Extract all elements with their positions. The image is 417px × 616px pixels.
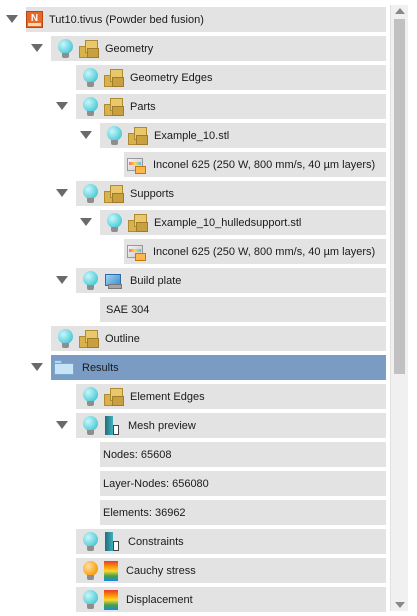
tree-item-material-part[interactable]: Inconel 625 (250 W, 800 mm/s, 40 µm laye… xyxy=(124,152,386,177)
tree-item-label: Mesh preview xyxy=(128,419,196,432)
lightbulb-icon[interactable] xyxy=(83,589,98,610)
tree-item-label: SAE 304 xyxy=(106,303,150,316)
tree-item-displacement[interactable]: Displacement xyxy=(76,587,386,612)
lightbulb-icon[interactable] xyxy=(83,183,98,204)
tree-item-geometry-edges[interactable]: Geometry Edges xyxy=(76,65,386,90)
tree-item-cauchy-stress[interactable]: Cauchy stress xyxy=(76,558,386,583)
geometry-folder-icon xyxy=(128,213,148,232)
geometry-folder-icon xyxy=(104,68,124,87)
tree-item-label: Constraints xyxy=(128,535,184,548)
geometry-folder-icon xyxy=(104,97,124,116)
geometry-folder-icon xyxy=(104,184,124,203)
tivus-app-icon: N xyxy=(26,11,43,28)
lightbulb-icon[interactable] xyxy=(83,415,98,436)
geometry-folder-icon xyxy=(79,329,99,348)
geometry-folder-icon xyxy=(104,387,124,406)
tree-item-label: Displacement xyxy=(126,593,193,606)
tree-item-supports[interactable]: Supports xyxy=(76,181,386,206)
tree-item-label: Element Edges xyxy=(130,390,205,403)
tree-item-label: Geometry Edges xyxy=(130,71,213,84)
expand-supports-arrow[interactable] xyxy=(56,189,68,197)
lightbulb-icon[interactable] xyxy=(107,212,122,233)
mesh-icon xyxy=(104,531,120,552)
tree-item-mesh-preview[interactable]: Mesh preview xyxy=(76,413,386,438)
lightbulb-icon[interactable] xyxy=(83,560,98,581)
mesh-icon xyxy=(104,415,120,436)
tree-item-label: Parts xyxy=(130,100,156,113)
tree-item-root[interactable]: N Tut10.tivus (Powder bed fusion) xyxy=(26,7,386,32)
tree-item-label: Inconel 625 (250 W, 800 mm/s, 40 µm laye… xyxy=(153,158,376,171)
expand-build-plate-arrow[interactable] xyxy=(56,276,68,284)
tree-item-support-stl[interactable]: Example_10_hulledsupport.stl xyxy=(100,210,386,235)
tree-item-results[interactable]: Results xyxy=(51,355,386,380)
tree-item-material-support[interactable]: Inconel 625 (250 W, 800 mm/s, 40 µm laye… xyxy=(124,239,386,264)
tree-item-plate-material[interactable]: SAE 304 xyxy=(100,297,386,322)
tree-item-label: Results xyxy=(82,361,119,374)
tree-item-label: Tut10.tivus (Powder bed fusion) xyxy=(49,13,204,26)
tree-item-example-stl[interactable]: Example_10.stl xyxy=(100,123,386,148)
geometry-folder-icon xyxy=(128,126,148,145)
tree-item-label: Inconel 625 (250 W, 800 mm/s, 40 µm laye… xyxy=(153,245,376,258)
tree-item-layer-nodes[interactable]: Layer-Nodes: 656080 xyxy=(100,471,386,496)
tree-item-label: Outline xyxy=(105,332,140,345)
lightbulb-icon[interactable] xyxy=(83,386,98,407)
lightbulb-icon[interactable] xyxy=(83,270,98,291)
lightbulb-icon[interactable] xyxy=(83,67,98,88)
tree-item-parts[interactable]: Parts xyxy=(76,94,386,119)
tree-item-element-edges[interactable]: Element Edges xyxy=(76,384,386,409)
lightbulb-icon[interactable] xyxy=(83,531,98,552)
colorbar-icon xyxy=(104,589,118,610)
lightbulb-icon[interactable] xyxy=(58,38,73,59)
build-plate-icon xyxy=(104,272,124,290)
scrollbar-thumb[interactable] xyxy=(394,19,405,374)
scroll-down-arrow-icon[interactable] xyxy=(395,602,405,608)
material-icon xyxy=(127,156,147,174)
lightbulb-icon[interactable] xyxy=(107,125,122,146)
colorbar-icon xyxy=(104,560,118,581)
tree-item-elements[interactable]: Elements: 36962 xyxy=(100,500,386,525)
vertical-scrollbar[interactable] xyxy=(390,5,408,611)
expand-mesh-preview-arrow[interactable] xyxy=(56,421,68,429)
tree-item-build-plate[interactable]: Build plate xyxy=(76,268,386,293)
tree-item-outline[interactable]: Outline xyxy=(51,326,386,351)
tree-item-label: Cauchy stress xyxy=(126,564,196,577)
expand-parts-arrow[interactable] xyxy=(56,102,68,110)
geometry-folder-icon xyxy=(79,39,99,58)
tree-item-constraints[interactable]: Constraints xyxy=(76,529,386,554)
tree-item-label: Nodes: 65608 xyxy=(103,448,172,461)
expand-geometry-arrow[interactable] xyxy=(31,44,43,52)
expand-root-arrow[interactable] xyxy=(6,15,18,23)
tree-item-geometry[interactable]: Geometry xyxy=(51,36,386,61)
tree-item-label: Geometry xyxy=(105,42,154,55)
tree-item-nodes[interactable]: Nodes: 65608 xyxy=(100,442,386,467)
tree-item-label: Build plate xyxy=(130,274,182,287)
scroll-up-arrow-icon[interactable] xyxy=(395,8,405,14)
tree-item-label: Supports xyxy=(130,187,175,200)
lightbulb-icon[interactable] xyxy=(83,96,98,117)
tree-item-label: Layer-Nodes: 656080 xyxy=(103,477,209,490)
material-icon xyxy=(127,243,147,261)
expand-results-arrow[interactable] xyxy=(31,363,43,371)
expand-example-stl-arrow[interactable] xyxy=(80,131,92,139)
expand-support-stl-arrow[interactable] xyxy=(80,218,92,226)
tree-item-label: Example_10_hulledsupport.stl xyxy=(154,216,302,229)
tree-item-label: Example_10.stl xyxy=(154,129,230,142)
tree-item-label: Elements: 36962 xyxy=(103,506,186,519)
lightbulb-icon[interactable] xyxy=(58,328,73,349)
folder-icon xyxy=(54,360,74,375)
